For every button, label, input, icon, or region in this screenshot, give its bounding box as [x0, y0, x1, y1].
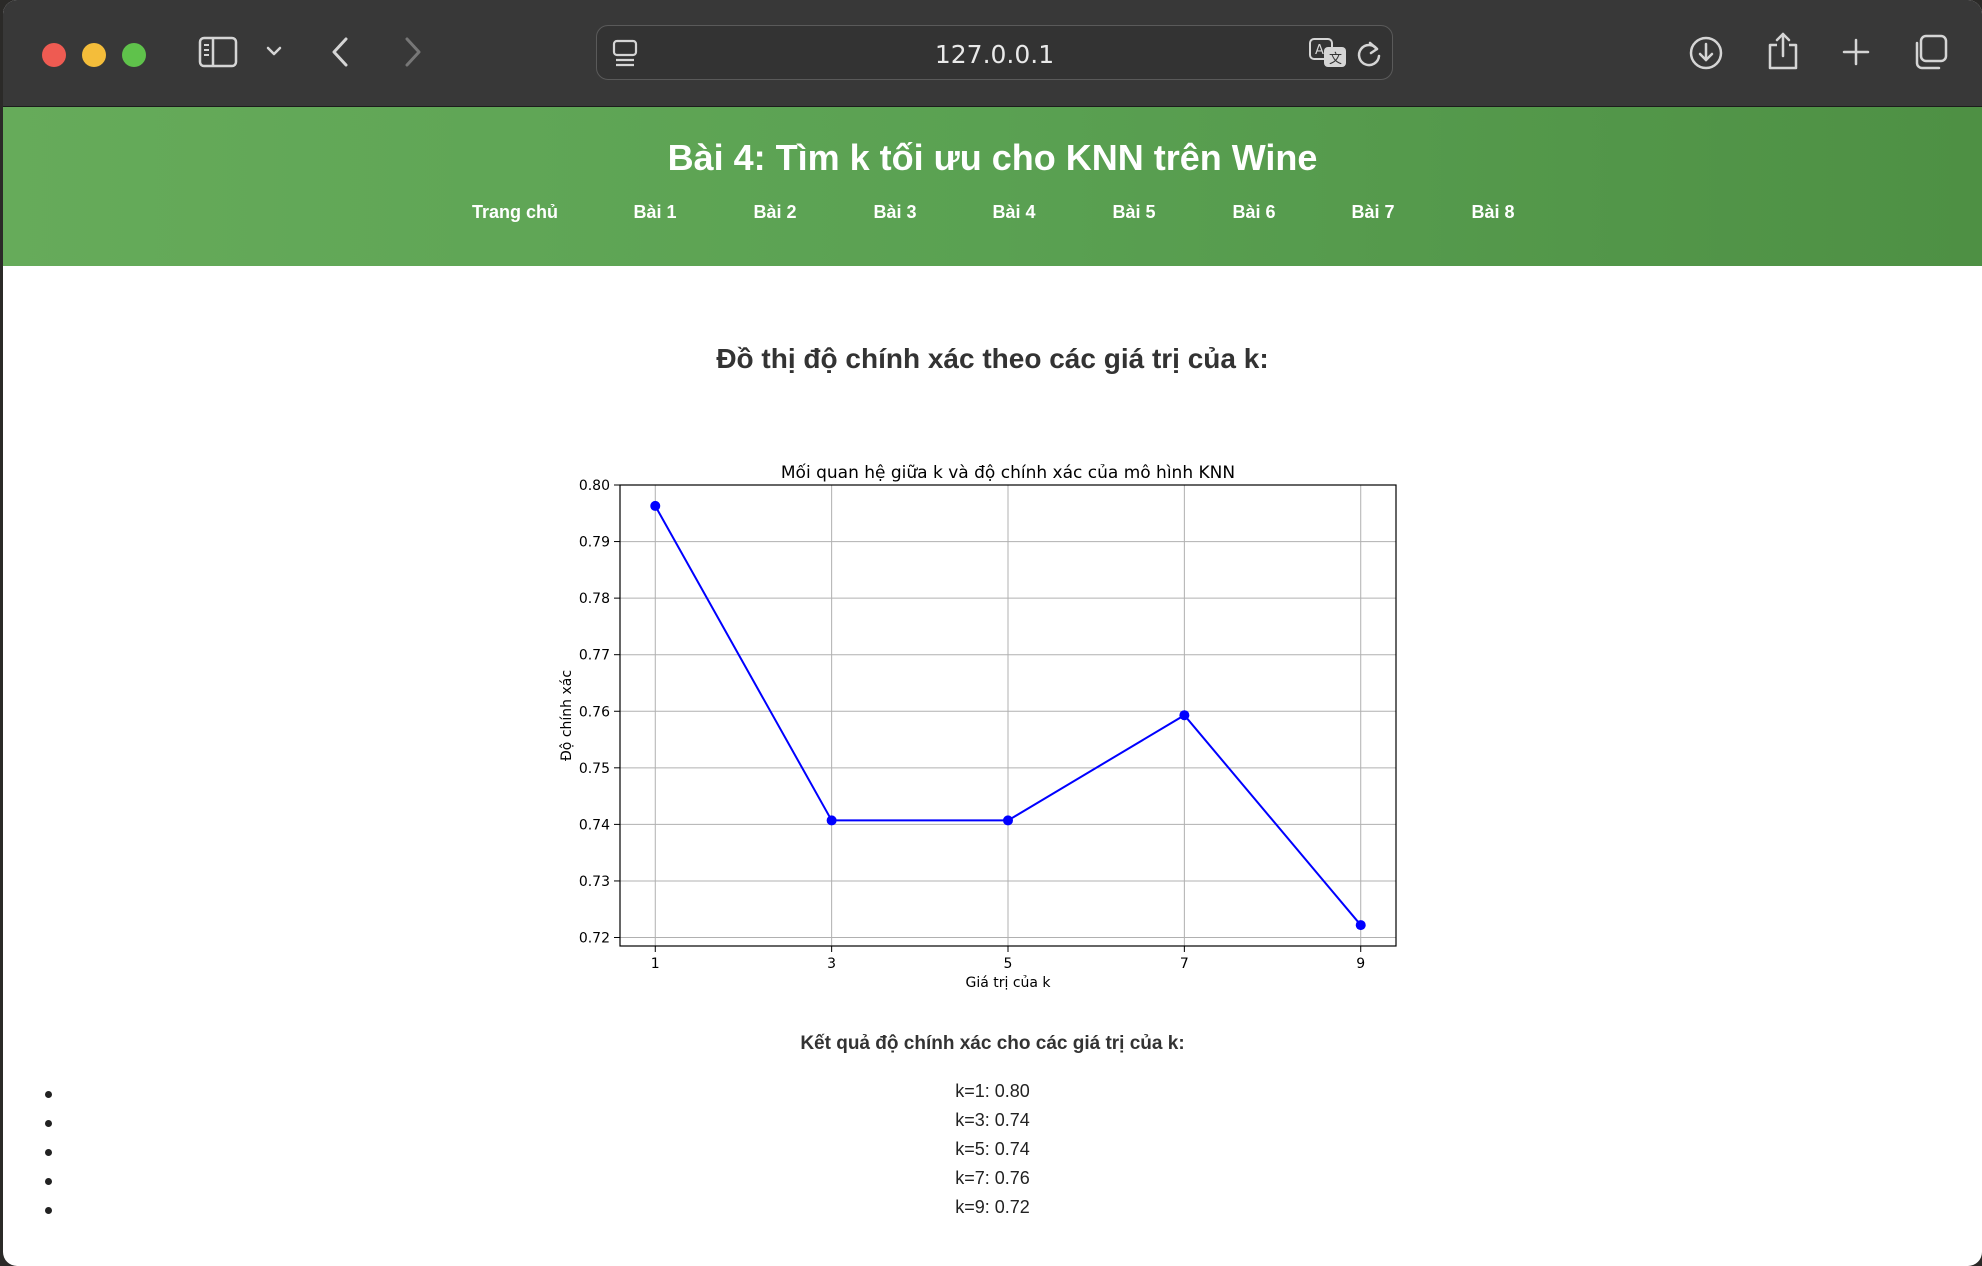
zoom-window-button[interactable]: [122, 43, 146, 67]
data-point: [650, 500, 661, 511]
list-item: k=3: 0.74: [3, 1109, 1982, 1138]
url-text[interactable]: 127.0.0.1: [597, 40, 1392, 69]
chevron-down-icon[interactable]: [265, 44, 283, 58]
results-list: k=1: 0.80 k=3: 0.74 k=5: 0.74 k=7: 0.76 …: [3, 1080, 1982, 1225]
list-item: k=5: 0.74: [3, 1138, 1982, 1167]
y-tick-label: 0.73: [579, 874, 610, 890]
list-item: k=1: 0.80: [3, 1080, 1982, 1109]
y-tick-label: 0.74: [579, 817, 610, 833]
y-tick-label: 0.78: [579, 591, 610, 607]
x-tick-label: 7: [1180, 956, 1189, 972]
y-tick-label: 0.76: [579, 704, 610, 720]
new-tab-icon[interactable]: [1841, 37, 1871, 67]
svg-text:A: A: [1315, 43, 1324, 58]
nav-link-bai-8[interactable]: Bài 8: [1471, 202, 1514, 223]
browser-window: 127.0.0.1 A文 Bài 4: Tìm k tối ưu cho KNN…: [3, 0, 1982, 1266]
y-axis-label: Độ chính xác: [559, 670, 575, 761]
result-text: k=9: 0.72: [955, 1197, 1030, 1217]
downloads-icon[interactable]: [1688, 35, 1724, 71]
plot-frame: [619, 484, 1397, 947]
browser-toolbar: 127.0.0.1 A文: [3, 0, 1982, 107]
translate-icon[interactable]: A文: [1308, 37, 1348, 69]
series-line: [654, 505, 1362, 926]
nav-link-bai-7[interactable]: Bài 7: [1351, 202, 1394, 223]
share-icon[interactable]: [1766, 31, 1800, 71]
y-tick-label: 0.80: [579, 478, 610, 494]
result-text: k=1: 0.80: [955, 1081, 1030, 1101]
nav-link-bai-3[interactable]: Bài 3: [873, 202, 916, 223]
section-heading: Đồ thị độ chính xác theo các giá trị của…: [716, 343, 1269, 374]
nav-link-trang-chu[interactable]: Trang chủ: [472, 202, 558, 223]
result-text: k=5: 0.74: [955, 1139, 1030, 1159]
data-point: [826, 815, 837, 826]
result-text: k=3: 0.74: [955, 1110, 1030, 1130]
y-tick-label: 0.77: [579, 648, 610, 664]
x-tick-label: 1: [651, 956, 660, 972]
y-tick-label: 0.72: [579, 931, 610, 947]
data-point: [1355, 920, 1366, 931]
list-item: k=7: 0.76: [3, 1167, 1982, 1196]
minimize-window-button[interactable]: [82, 43, 106, 67]
list-item: k=9: 0.72: [3, 1196, 1982, 1225]
x-tick-label: 9: [1356, 956, 1365, 972]
y-tick-label: 0.79: [579, 535, 610, 551]
page-header: Bài 4: Tìm k tối ưu cho KNN trên Wine Tr…: [3, 107, 1982, 266]
nav-link-bai-4[interactable]: Bài 4: [992, 202, 1035, 223]
nav-link-bai-5[interactable]: Bài 5: [1112, 202, 1155, 223]
page-title: Bài 4: Tìm k tối ưu cho KNN trên Wine: [667, 137, 1318, 178]
results-heading: Kết quả độ chính xác cho các giá trị của…: [800, 1033, 1185, 1054]
forward-arrow-icon[interactable]: [401, 35, 425, 69]
tab-overview-icon[interactable]: [1911, 33, 1949, 71]
nav-link-bai-1[interactable]: Bài 1: [633, 202, 676, 223]
data-point: [1003, 815, 1013, 826]
svg-text:文: 文: [1329, 52, 1342, 67]
x-tick-label: 5: [1004, 956, 1013, 972]
sidebar-toggle-icon[interactable]: [198, 36, 238, 68]
result-text: k=7: 0.76: [955, 1168, 1030, 1188]
close-window-button[interactable]: [42, 43, 66, 67]
x-axis-label: Giá trị của k: [965, 975, 1051, 991]
back-arrow-icon[interactable]: [328, 35, 352, 69]
data-point: [1179, 710, 1190, 721]
address-bar[interactable]: 127.0.0.1 A文: [596, 25, 1393, 80]
main-nav: Trang chủ Bài 1 Bài 2 Bài 3 Bài 4 Bài 5 …: [3, 202, 1982, 232]
reload-icon[interactable]: [1355, 39, 1383, 69]
nav-link-bai-6[interactable]: Bài 6: [1232, 202, 1275, 223]
nav-link-bai-2[interactable]: Bài 2: [753, 202, 796, 223]
chart-title: Mối quan hệ giữa k và độ chính xác của m…: [781, 462, 1235, 483]
y-tick-label: 0.75: [579, 761, 610, 777]
x-tick-label: 3: [827, 956, 836, 972]
